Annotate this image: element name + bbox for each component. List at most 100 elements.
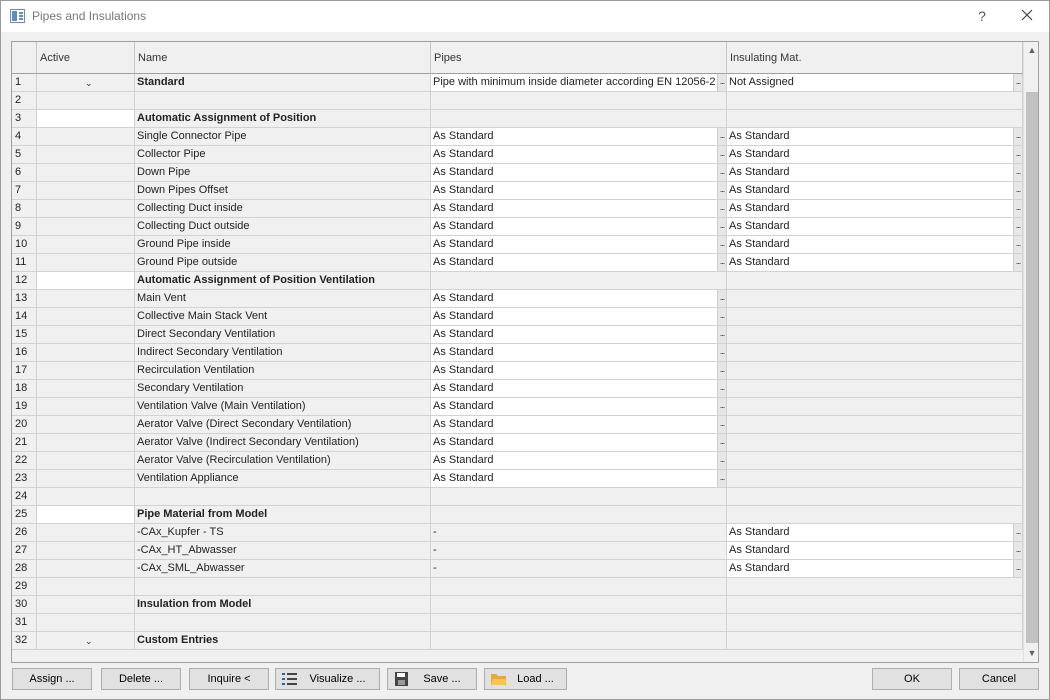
insulating-cell[interactable] [727, 362, 1023, 380]
active-cell[interactable] [37, 236, 135, 254]
active-cell[interactable] [37, 254, 135, 272]
insulating-cell[interactable] [727, 380, 1023, 398]
help-button[interactable]: ? [969, 5, 995, 27]
pipes-cell[interactable] [431, 506, 727, 524]
active-cell[interactable] [37, 362, 135, 380]
header-insulating-mat[interactable]: Insulating Mat. [727, 42, 1023, 74]
pipes-browse-button[interactable]: ... [717, 470, 726, 487]
pipes-cell[interactable]: As Standard... [431, 308, 727, 326]
assign-button[interactable]: Assign ... [12, 668, 92, 690]
insulating-cell[interactable] [727, 614, 1023, 632]
insulating-browse-button[interactable]: ... [1013, 524, 1022, 541]
pipes-browse-button[interactable]: ... [717, 380, 726, 397]
insulating-cell[interactable] [727, 272, 1023, 290]
table-row[interactable]: 2 [12, 92, 1023, 110]
table-row[interactable]: 29 [12, 578, 1023, 596]
pipes-cell[interactable]: Pipe with minimum inside diameter accord… [431, 74, 727, 92]
table-row[interactable]: 6 Down Pipe As Standard... As Standard... [12, 164, 1023, 182]
pipes-browse-button[interactable]: ... [717, 308, 726, 325]
pipes-cell[interactable]: - [431, 560, 727, 578]
active-cell[interactable] [37, 380, 135, 398]
table-row[interactable]: 17 Recirculation Ventilation As Standard..… [12, 362, 1023, 380]
insulating-cell[interactable]: As Standard... [727, 524, 1023, 542]
insulating-browse-button[interactable]: ... [1013, 164, 1022, 181]
insulating-cell[interactable] [727, 434, 1023, 452]
pipes-browse-button[interactable]: ... [717, 452, 726, 469]
active-cell[interactable]: ⌄ [37, 74, 135, 92]
pipes-cell[interactable]: As Standard... [431, 200, 727, 218]
insulating-cell[interactable]: As Standard... [727, 164, 1023, 182]
pipes-cell[interactable]: As Standard... [431, 236, 727, 254]
pipes-cell[interactable]: As Standard... [431, 416, 727, 434]
pipes-cell[interactable]: As Standard... [431, 326, 727, 344]
insulating-cell[interactable] [727, 632, 1023, 650]
cancel-button[interactable]: Cancel [959, 668, 1039, 690]
active-cell[interactable] [37, 416, 135, 434]
header-name[interactable]: Name [135, 42, 431, 74]
insulating-cell[interactable] [727, 290, 1023, 308]
table-row[interactable]: 16 Indirect Secondary Ventilation As Stand… [12, 344, 1023, 362]
pipes-cell[interactable]: As Standard... [431, 164, 727, 182]
table-row[interactable]: 24 [12, 488, 1023, 506]
insulating-cell[interactable] [727, 506, 1023, 524]
insulating-browse-button[interactable]: ... [1013, 236, 1022, 253]
active-cell[interactable] [37, 128, 135, 146]
active-cell[interactable] [37, 272, 135, 290]
pipes-browse-button[interactable]: ... [717, 434, 726, 451]
pipes-browse-button[interactable]: ... [717, 362, 726, 379]
ok-button[interactable]: OK [872, 668, 952, 690]
table-row[interactable]: 27 -CAx_HT_Abwasser - As Standard... [12, 542, 1023, 560]
insulating-cell[interactable] [727, 470, 1023, 488]
insulating-cell[interactable] [727, 326, 1023, 344]
table-row[interactable]: 11 Ground Pipe outside As Standard... As St… [12, 254, 1023, 272]
table-row[interactable]: 14 Collective Main Stack Vent As Standard.… [12, 308, 1023, 326]
pipes-cell[interactable]: As Standard... [431, 434, 727, 452]
insulating-cell[interactable] [727, 92, 1023, 110]
pipes-browse-button[interactable]: ... [717, 164, 726, 181]
table-row[interactable]: 19 Ventilation Valve (Main Ventilation) As… [12, 398, 1023, 416]
active-cell[interactable] [37, 398, 135, 416]
table-row[interactable]: 22 Aerator Valve (Recirculation Ventilati… [12, 452, 1023, 470]
table-row[interactable]: 26 -CAx_Kupfer - TS - As Standard... [12, 524, 1023, 542]
insulating-browse-button[interactable]: ... [1013, 218, 1022, 235]
active-cell[interactable] [37, 470, 135, 488]
pipes-browse-button[interactable]: ... [717, 200, 726, 217]
insulating-browse-button[interactable]: ... [1013, 200, 1022, 217]
table-row[interactable]: 20 Aerator Valve (Direct Secondary Ventil… [12, 416, 1023, 434]
header-active[interactable]: Active [37, 42, 135, 74]
active-cell[interactable] [37, 578, 135, 596]
active-cell[interactable] [37, 344, 135, 362]
active-cell[interactable] [37, 596, 135, 614]
insulating-cell[interactable]: As Standard... [727, 254, 1023, 272]
pipes-browse-button[interactable]: ... [717, 326, 726, 343]
table-row[interactable]: 23 Ventilation Appliance As Standard... [12, 470, 1023, 488]
pipes-cell[interactable] [431, 614, 727, 632]
pipes-browse-button[interactable]: ... [717, 344, 726, 361]
table-row[interactable]: 12 Automatic Assignment of Position Venti… [12, 272, 1023, 290]
table-row[interactable]: 7 Down Pipes Offset As Standard... As Stand… [12, 182, 1023, 200]
insulating-cell[interactable] [727, 308, 1023, 326]
insulating-cell[interactable] [727, 110, 1023, 128]
insulating-cell[interactable]: As Standard... [727, 200, 1023, 218]
pipes-browse-button[interactable]: ... [717, 146, 726, 163]
insulating-cell[interactable]: As Standard... [727, 182, 1023, 200]
active-cell[interactable]: ⌄ [37, 632, 135, 650]
pipes-cell[interactable]: As Standard... [431, 290, 727, 308]
insulating-browse-button[interactable]: ... [1013, 254, 1022, 271]
insulating-cell[interactable]: As Standard... [727, 128, 1023, 146]
table-row[interactable]: 4 Single Connector Pipe As Standard... As S… [12, 128, 1023, 146]
table-row[interactable]: 28 -CAx_SML_Abwasser - As Standard... [12, 560, 1023, 578]
insulating-cell[interactable]: As Standard... [727, 236, 1023, 254]
delete-button[interactable]: Delete ... [101, 668, 181, 690]
save-button[interactable]: Save ... [387, 668, 477, 690]
chevron-down-icon[interactable]: ⌄ [85, 633, 93, 649]
pipes-cell[interactable]: - [431, 542, 727, 560]
pipes-cell[interactable] [431, 92, 727, 110]
insulating-cell[interactable] [727, 452, 1023, 470]
table-row[interactable]: 5 Collector Pipe As Standard... As Standard… [12, 146, 1023, 164]
scroll-down-icon[interactable]: ▼ [1024, 645, 1038, 662]
active-cell[interactable] [37, 434, 135, 452]
active-cell[interactable] [37, 92, 135, 110]
pipes-browse-button[interactable]: ... [717, 254, 726, 271]
active-cell[interactable] [37, 218, 135, 236]
